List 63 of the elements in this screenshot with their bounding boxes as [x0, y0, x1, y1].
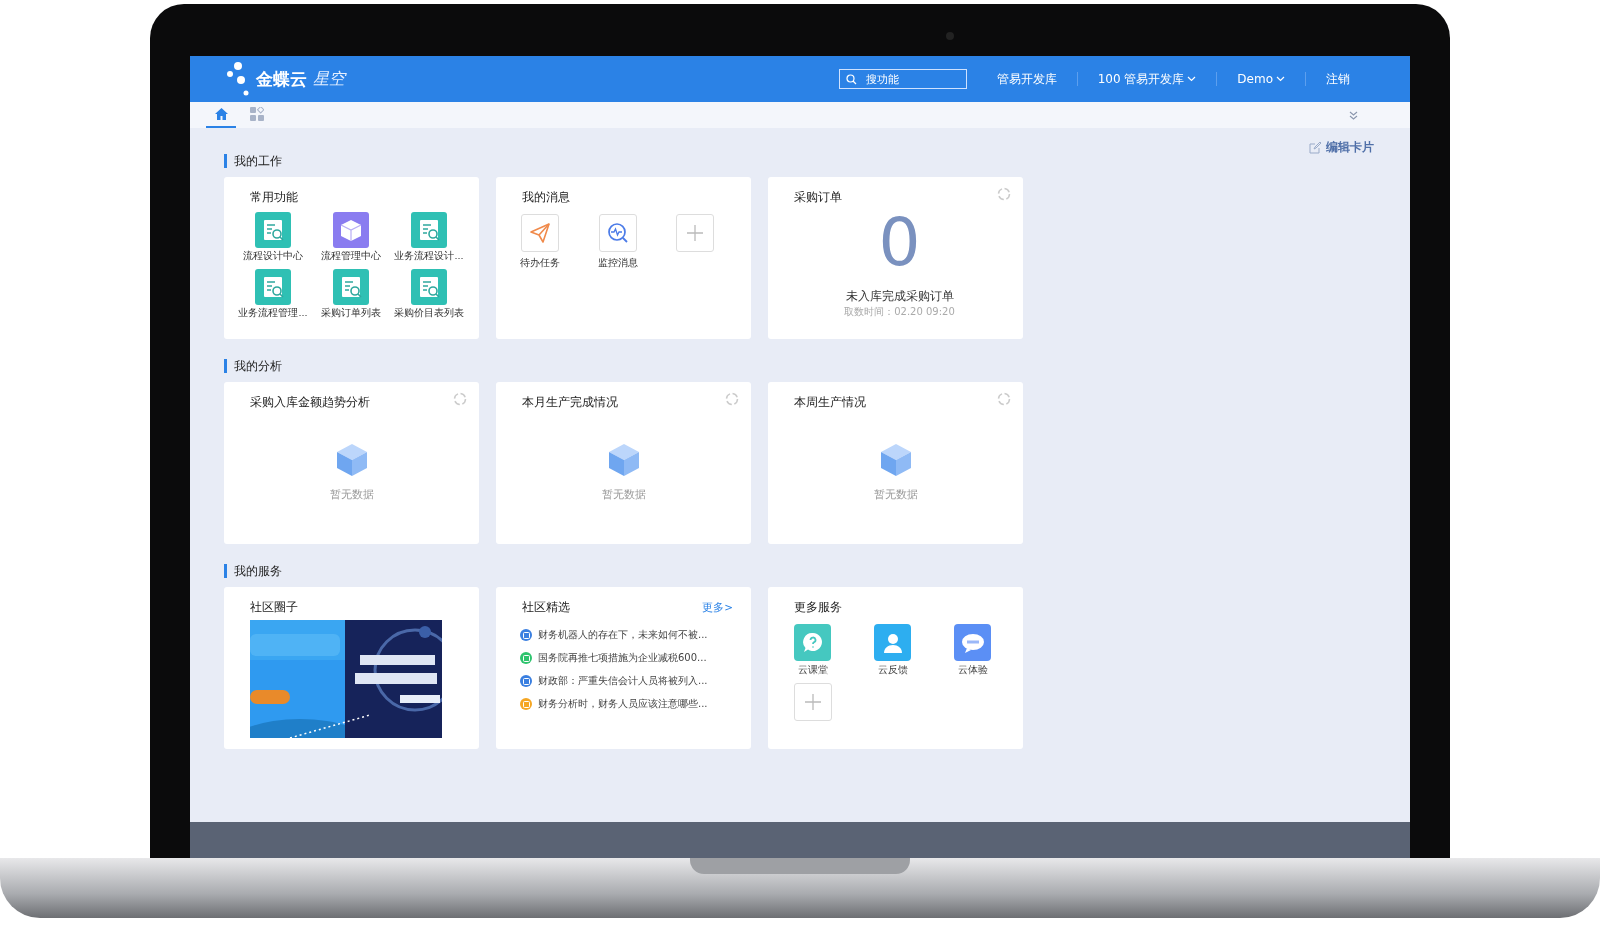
add-button[interactable] [794, 683, 832, 721]
refresh-icon[interactable] [453, 392, 467, 406]
nav-item[interactable]: Demo [1216, 72, 1305, 86]
nav-item[interactable]: 注销 [1305, 72, 1370, 86]
fetch-time: 取数时间：02.20 09:20 [844, 305, 955, 319]
nav-item[interactable]: 100 管易开发库 [1076, 72, 1217, 86]
card-title: 采购入库金额趋势分析 [250, 394, 370, 411]
card-title: 采购订单 [794, 189, 842, 206]
refresh-icon[interactable] [997, 187, 1011, 201]
logo-subtitle: 星空 [313, 68, 345, 90]
section-title: 我的服务 [224, 564, 282, 578]
chevron-down-icon [1187, 76, 1197, 82]
count-caption: 未入库完成采购订单 [845, 288, 954, 305]
apps-grid-icon [250, 107, 264, 121]
empty-message: 暂无数据 [329, 487, 374, 502]
card-title: 社区精选 [522, 599, 570, 616]
paper-plane-icon [521, 214, 559, 252]
section-title: 我的分析 [224, 359, 282, 373]
card-title: 本周生产情况 [794, 394, 866, 411]
empty-message: 暂无数据 [601, 487, 646, 502]
app-shortcut[interactable]: 业务流程管理... [234, 269, 312, 320]
cube-icon [607, 443, 640, 477]
service-shortcut[interactable]: 云体验 [954, 624, 1034, 677]
logo-text: 金蝶云 [256, 67, 307, 91]
service-shortcut[interactable]: 云课堂 [794, 624, 874, 677]
news-link[interactable]: 财务机器人的存在下，未来如何不被... [538, 628, 708, 642]
add-button[interactable] [676, 214, 714, 252]
order-count: 0 [878, 208, 921, 278]
card-title: 常用功能 [250, 189, 298, 206]
search-icon [845, 74, 857, 85]
app-shortcut[interactable]: 业务流程设计... [390, 212, 468, 263]
plus-icon [685, 223, 705, 243]
home-icon [213, 107, 229, 121]
card-title: 更多服务 [794, 599, 842, 616]
edit-cards-button[interactable]: 编辑卡片 [1303, 138, 1380, 157]
service-shortcut[interactable]: 云反馈 [874, 624, 954, 677]
news-link[interactable]: 财务分析时，财务人员应该注意哪些... [538, 697, 708, 711]
refresh-icon[interactable] [725, 392, 739, 406]
card-title: 社区圈子 [250, 599, 298, 616]
refresh-icon[interactable] [997, 392, 1011, 406]
logo-icon [226, 61, 250, 97]
app-shortcut[interactable]: 流程设计中心 [234, 212, 312, 263]
chevron-down-icon [1276, 76, 1285, 82]
message-shortcut[interactable]: 监控消息 [598, 214, 638, 270]
edit-icon [1309, 141, 1322, 154]
app-shortcut[interactable]: 采购订单列表 [312, 269, 390, 320]
card-title: 我的消息 [522, 189, 570, 206]
cube-icon [879, 443, 912, 477]
app-shortcut[interactable]: 流程管理中心 [312, 212, 390, 263]
news-link[interactable]: 国务院再推七项措施为企业减税600... [538, 651, 707, 665]
app-shortcut[interactable]: 采购价目表列表 [390, 269, 468, 320]
cube-icon [335, 443, 368, 477]
plus-icon [803, 692, 823, 712]
nav-item[interactable]: 管易开发库 [976, 72, 1077, 86]
search-field[interactable]: 搜功能 [838, 69, 967, 89]
expand-icon[interactable] [1349, 110, 1358, 120]
empty-message: 暂无数据 [873, 487, 918, 502]
pulse-search-icon [599, 214, 637, 252]
more-link[interactable]: 更多> [702, 600, 733, 615]
card-title: 本月生产完成情况 [522, 394, 618, 411]
news-link[interactable]: 财政部：严重失信会计人员将被列入... [538, 674, 708, 688]
message-shortcut[interactable]: 待办任务 [520, 214, 560, 270]
section-title: 我的工作 [224, 154, 282, 168]
